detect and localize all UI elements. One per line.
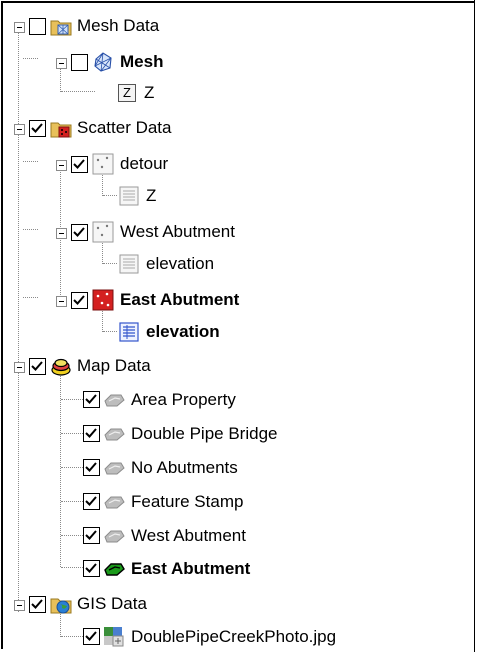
node-label: Area Property [131,390,236,409]
check-icon [73,159,85,169]
collapse-toggle[interactable] [56,160,67,171]
check-icon [85,496,97,506]
check-icon [31,123,43,133]
collapse-toggle[interactable] [56,228,67,239]
tree-node-map-east-abutment[interactable]: East Abutment [3,552,443,586]
tree-node-scatter-data[interactable]: Scatter Data [3,111,443,145]
node-label: East Abutment [120,290,240,309]
node-label: Feature Stamp [131,492,244,511]
dataset-active-icon [119,322,139,342]
node-label: Z [146,186,157,205]
node-label: GIS Data [77,594,147,613]
coverage-active-icon [104,563,125,576]
tree-node-feature-stamp[interactable]: Feature Stamp [3,485,443,519]
check-icon [73,227,85,237]
visibility-checkbox[interactable] [29,18,46,35]
tree-node-area-property[interactable]: Area Property [3,383,443,417]
check-icon [73,295,85,305]
visibility-checkbox[interactable] [71,292,88,309]
visibility-checkbox[interactable] [83,560,100,577]
visibility-checkbox[interactable] [83,425,100,442]
node-label: Mesh [120,52,164,71]
coverage-icon [104,394,125,407]
coverage-icon [104,428,125,441]
collapse-toggle[interactable] [56,58,67,69]
collapse-toggle[interactable] [14,362,25,373]
node-label: Double Pipe Bridge [131,424,278,443]
check-icon [85,428,97,438]
tree-node-gis-data[interactable]: GIS Data [3,587,443,621]
node-label: Mesh Data [77,16,160,35]
collapse-toggle[interactable] [14,22,25,33]
folder-gis-icon [50,598,72,614]
node-label: Scatter Data [77,118,172,137]
folder-map-icon [51,358,71,376]
tree-node-double-pipe-bridge[interactable]: Double Pipe Bridge [3,417,443,451]
node-label: No Abutments [131,458,238,477]
tree-node-photo[interactable]: DoublePipeCreekPhoto.jpg [3,620,463,654]
node-label: elevation [146,322,220,341]
coverage-icon [104,462,125,475]
dataset-icon [119,254,139,274]
check-icon [31,599,43,609]
scatter-set-icon [92,221,114,243]
visibility-checkbox[interactable] [71,156,88,173]
node-label: detour [120,154,169,173]
collapse-toggle[interactable] [56,296,67,307]
node-label: elevation [146,254,215,273]
project-explorer-tree: Mesh Data Mesh Z Z Scatter Data detour Z… [1,1,474,649]
visibility-checkbox[interactable] [83,628,100,645]
visibility-checkbox[interactable] [83,459,100,476]
tree-node-map-data[interactable]: Map Data [3,349,443,383]
tree-node-east-abutment[interactable]: East Abutment [3,281,443,315]
image-file-icon [104,627,124,647]
visibility-checkbox[interactable] [29,596,46,613]
tree-node-east-elevation[interactable]: elevation [3,315,443,349]
tree-node-detour[interactable]: detour [3,145,443,179]
visibility-checkbox[interactable] [29,358,46,375]
check-icon [85,563,97,573]
folder-scatter-icon [50,122,72,138]
tree-node-no-abutments[interactable]: No Abutments [3,451,443,485]
dataset-icon [119,186,139,206]
mesh-icon [94,52,112,72]
collapse-toggle[interactable] [14,124,25,135]
node-label: East Abutment [131,559,251,578]
node-label: West Abutment [131,526,246,545]
coverage-icon [104,530,125,543]
node-label: Map Data [77,356,151,375]
node-label: DoublePipeCreekPhoto.jpg [131,627,337,646]
visibility-checkbox[interactable] [83,391,100,408]
collapse-toggle[interactable] [14,600,25,611]
visibility-checkbox[interactable] [83,493,100,510]
tree-node-mesh[interactable]: Mesh [3,43,443,77]
check-icon [85,462,97,472]
tree-node-mesh-z[interactable]: Z Z [3,77,443,111]
visibility-checkbox[interactable] [83,527,100,544]
folder-mesh-icon [50,20,72,36]
tree-node-mesh-data[interactable]: Mesh Data [3,9,443,43]
tree-node-west-abutment[interactable]: West Abutment [3,213,443,247]
node-label: Z [144,83,155,102]
tree-node-west-elevation[interactable]: elevation [3,247,443,281]
scatter-set-active-icon [92,289,114,311]
check-icon [85,530,97,540]
tree-node-detour-z[interactable]: Z [3,179,443,213]
panel-border [474,0,475,652]
scatter-set-icon [92,153,114,175]
z-dataset-icon: Z [118,84,136,102]
visibility-checkbox[interactable] [29,120,46,137]
check-icon [31,361,43,371]
check-icon [85,631,97,641]
visibility-checkbox[interactable] [71,54,88,71]
visibility-checkbox[interactable] [71,224,88,241]
check-icon [85,394,97,404]
tree-node-map-west-abutment[interactable]: West Abutment [3,519,443,553]
coverage-icon [104,496,125,509]
node-label: West Abutment [120,222,235,241]
